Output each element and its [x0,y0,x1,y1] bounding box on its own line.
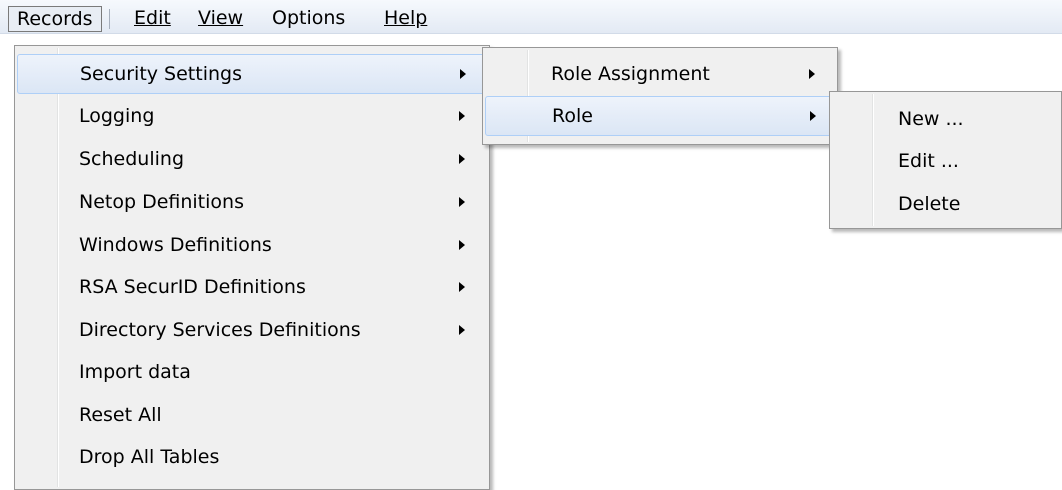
menu-item-role[interactable]: Role [485,96,835,136]
menu-records-label: Records [17,8,93,30]
menu-item-label: Reset All [79,404,162,426]
menu-help-label: Help [384,7,428,29]
menu-item-scheduling[interactable]: Scheduling [17,139,487,179]
menu-item-edit[interactable]: Edit ... [832,141,1061,181]
menu-item-label: Delete [898,193,961,215]
menu-item-role-assignment[interactable]: Role Assignment [485,54,835,94]
menu-options-label: Options [272,7,346,29]
menu-help[interactable]: Help [376,6,435,32]
menu-item-label: Import data [79,361,191,383]
menu-item-rsa-securid-definitions[interactable]: RSA SecurID Definitions [17,267,487,307]
menu-item-label: Security Settings [80,63,242,85]
submenu-arrow-icon [460,69,466,79]
menu-item-new[interactable]: New ... [832,99,1061,139]
menu-bar: Records Edit View Options Help [0,0,1062,34]
records-menu: Security Settings Logging Scheduling Net… [14,45,490,490]
submenu-arrow-icon [459,240,465,250]
menu-item-reset-all[interactable]: Reset All [17,395,487,435]
menu-item-label: Role Assignment [551,63,710,85]
menu-item-label: Netop Definitions [79,191,244,213]
menu-item-logging[interactable]: Logging [17,96,487,136]
menu-item-windows-definitions[interactable]: Windows Definitions [17,225,487,265]
menu-view-label: View [198,7,244,29]
menu-view[interactable]: View [190,6,251,32]
submenu-arrow-icon [459,154,465,164]
menu-item-netop-definitions[interactable]: Netop Definitions [17,182,487,222]
menu-item-import-data[interactable]: Import data [17,352,487,392]
menu-item-label: Logging [79,105,155,127]
menu-item-delete[interactable]: Delete [832,184,1061,224]
menu-separator [109,9,110,29]
menu-item-directory-services-definitions[interactable]: Directory Services Definitions [17,310,487,350]
menu-item-label: Windows Definitions [79,234,272,256]
submenu-arrow-icon [810,111,816,121]
role-submenu: New ... Edit ... Delete [829,91,1062,229]
menu-item-label: Edit ... [898,150,959,172]
menu-edit[interactable]: Edit [126,6,179,32]
menu-records[interactable]: Records [8,6,102,32]
submenu-arrow-icon [459,197,465,207]
submenu-arrow-icon [459,282,465,292]
submenu-arrow-icon [459,325,465,335]
menu-item-label: Directory Services Definitions [79,319,361,341]
menu-item-drop-all-tables[interactable]: Drop All Tables [17,437,487,477]
submenu-arrow-icon [459,111,465,121]
submenu-arrow-icon [809,69,815,79]
menu-item-label: New ... [898,108,964,130]
menu-item-label: Drop All Tables [79,446,220,468]
menu-item-label: Scheduling [79,148,185,170]
menu-options[interactable]: Options [264,6,353,32]
menu-edit-label: Edit [134,7,171,29]
security-settings-submenu: Role Assignment Role [482,47,838,145]
menu-item-label: Role [552,105,593,127]
menu-item-security-settings[interactable]: Security Settings [17,54,487,94]
menu-item-label: RSA SecurID Definitions [79,276,306,298]
